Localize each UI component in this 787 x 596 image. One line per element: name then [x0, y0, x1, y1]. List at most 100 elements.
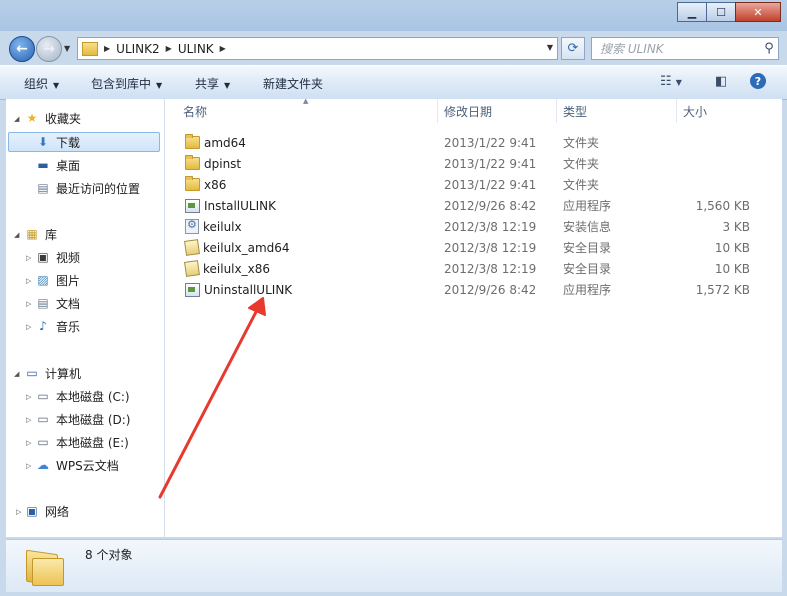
file-name-cell[interactable]: x86	[185, 174, 226, 195]
back-button[interactable]: ←	[9, 36, 35, 62]
collapse-triangle-icon[interactable]: ◢	[14, 370, 19, 378]
file-name-cell[interactable]: keilulx_x86	[184, 258, 270, 279]
file-name-cell[interactable]: keilulx	[185, 216, 242, 237]
file-row[interactable]: keilulx_amd64 2012/3/8 12:19 安全目录 10 KB	[165, 237, 782, 258]
file-type: 安全目录	[563, 241, 612, 255]
new-folder-button[interactable]: 新建文件夹	[263, 75, 323, 92]
share-button[interactable]: 共享 ▼	[195, 75, 230, 92]
file-row[interactable]: keilulx_x86 2012/3/8 12:19 安全目录 10 KB	[165, 258, 782, 279]
expand-triangle-icon[interactable]: ▷	[26, 439, 31, 447]
chevron-right-icon[interactable]: ▶	[104, 44, 110, 53]
forward-button[interactable]: →	[36, 36, 62, 62]
sidebar-item-pictures[interactable]: ▨ 图片	[35, 270, 80, 290]
column-divider[interactable]	[676, 99, 677, 123]
recent-pages-dropdown[interactable]: ▼	[64, 44, 70, 53]
column-header-name[interactable]: 名称	[183, 99, 437, 123]
chevron-right-icon[interactable]: ▶	[220, 44, 226, 53]
chevron-down-icon[interactable]: ▼	[547, 43, 553, 52]
sidebar-item-drive-e[interactable]: ▭ 本地磁盘 (E:)	[35, 432, 128, 452]
library-icon: ▦	[26, 227, 38, 241]
star-icon: ★	[26, 111, 38, 125]
file-date: 2012/9/26 8:42	[444, 198, 537, 213]
computer-icon: ▭	[26, 366, 38, 380]
file-name-cell[interactable]: InstallULINK	[185, 195, 276, 216]
sidebar-item-documents[interactable]: ▤ 文档	[35, 293, 80, 313]
sidebar-item-downloads[interactable]: ⬇ 下载	[8, 132, 160, 152]
file-size: 3 KB	[722, 219, 750, 234]
cloud-icon: ☁	[37, 458, 49, 472]
file-name-cell[interactable]: amd64	[185, 132, 246, 153]
help-icon[interactable]: ?	[750, 73, 766, 89]
sidebar-item-music[interactable]: ♪ 音乐	[35, 316, 80, 336]
file-name: InstallULINK	[204, 198, 276, 213]
file-size: 10 KB	[714, 261, 750, 276]
security-catalog-icon	[184, 260, 200, 277]
file-row[interactable]: InstallULINK 2012/9/26 8:42 应用程序 1,560 KB	[165, 195, 782, 216]
file-row[interactable]: x86 2013/1/22 9:41 文件夹	[165, 174, 782, 195]
view-options-icon[interactable]: ☷ ▼	[660, 74, 682, 89]
column-header-size[interactable]: 大小	[683, 99, 773, 123]
file-row[interactable]: amd64 2013/1/22 9:41 文件夹	[165, 132, 782, 153]
sidebar-item-desktop[interactable]: ▬ 桌面	[35, 155, 80, 175]
file-type: 安装信息	[563, 220, 612, 234]
sidebar-group-network[interactable]: ▣ 网络	[24, 501, 69, 521]
network-icon: ▣	[26, 504, 38, 518]
expand-triangle-icon[interactable]: ▷	[26, 323, 31, 331]
expand-triangle-icon[interactable]: ▷	[16, 508, 21, 516]
file-name: keilulx	[203, 219, 242, 234]
expand-triangle-icon[interactable]: ▷	[26, 277, 31, 285]
column-divider[interactable]	[556, 99, 557, 123]
file-name-cell[interactable]: dpinst	[185, 153, 241, 174]
preview-pane-icon[interactable]: ◧	[715, 74, 727, 89]
sidebar-group-computer[interactable]: ▭ 计算机	[24, 363, 81, 383]
folder-icon	[185, 176, 200, 191]
search-icon[interactable]: ⚲	[760, 41, 778, 56]
column-header-date[interactable]: 修改日期	[444, 99, 554, 123]
breadcrumb-ulink[interactable]: ULINK	[178, 42, 214, 56]
download-folder-icon: ⬇	[37, 135, 49, 149]
minimize-button[interactable]: ▁	[677, 2, 707, 22]
expand-triangle-icon[interactable]: ▷	[26, 416, 31, 424]
file-name-cell[interactable]: UninstallULINK	[185, 279, 292, 300]
sidebar-item-recent[interactable]: ▤ 最近访问的位置	[35, 178, 140, 198]
sidebar-item-videos[interactable]: ▣ 视频	[35, 247, 80, 267]
expand-triangle-icon[interactable]: ▷	[26, 300, 31, 308]
expand-triangle-icon[interactable]: ▷	[26, 462, 31, 470]
file-date: 2012/3/8 12:19	[444, 240, 537, 255]
expand-triangle-icon[interactable]: ▷	[26, 254, 31, 262]
expand-triangle-icon[interactable]: ▷	[26, 393, 31, 401]
collapse-triangle-icon[interactable]: ◢	[14, 231, 19, 239]
file-date: 2012/3/8 12:19	[444, 219, 537, 234]
refresh-button[interactable]: ⟳	[561, 37, 585, 60]
file-row[interactable]: dpinst 2013/1/22 9:41 文件夹	[165, 153, 782, 174]
file-name: keilulx_x86	[203, 261, 270, 276]
close-button[interactable]: ✕	[735, 2, 781, 22]
application-icon	[185, 282, 200, 297]
file-list: ▲ 名称 修改日期 类型 大小 amd64 2013/1/22 9:41 文件夹 dp…	[165, 99, 782, 537]
include-in-library-button[interactable]: 包含到库中 ▼	[91, 75, 162, 92]
chevron-right-icon[interactable]: ▶	[166, 44, 172, 53]
breadcrumb-ulink2[interactable]: ULINK2	[116, 42, 160, 56]
search-input[interactable]: 搜索 ULINK ⚲	[591, 37, 779, 60]
maximize-button[interactable]: ☐	[706, 2, 736, 22]
sidebar-group-libraries[interactable]: ▦ 库	[24, 224, 57, 244]
file-date: 2012/9/26 8:42	[444, 282, 537, 297]
file-name: amd64	[204, 135, 246, 150]
file-row[interactable]: UninstallULINK 2012/9/26 8:42 应用程序 1,572 KB	[165, 279, 782, 300]
file-date: 2012/3/8 12:19	[444, 261, 537, 276]
column-divider[interactable]	[437, 99, 438, 123]
sidebar-item-drive-d[interactable]: ▭ 本地磁盘 (D:)	[35, 409, 130, 429]
arrow-left-icon: ←	[16, 41, 28, 57]
sidebar-item-wps-cloud[interactable]: ☁ WPS云文档	[35, 455, 119, 475]
refresh-icon: ⟳	[567, 41, 579, 56]
address-bar[interactable]: ▶ ULINK2 ▶ ULINK ▶ ▼	[77, 37, 558, 60]
sidebar-group-favorites[interactable]: ★ 收藏夹	[24, 108, 81, 128]
collapse-triangle-icon[interactable]: ◢	[14, 115, 19, 123]
column-header-type[interactable]: 类型	[563, 99, 673, 123]
sidebar-item-drive-c[interactable]: ▭ 本地磁盘 (C:)	[35, 386, 129, 406]
organize-button[interactable]: 组织 ▼	[24, 75, 59, 92]
file-name-cell[interactable]: keilulx_amd64	[184, 237, 290, 258]
file-row[interactable]: keilulx 2012/3/8 12:19 安装信息 3 KB	[165, 216, 782, 237]
security-catalog-icon	[184, 239, 200, 256]
file-date: 2013/1/22 9:41	[444, 156, 537, 171]
